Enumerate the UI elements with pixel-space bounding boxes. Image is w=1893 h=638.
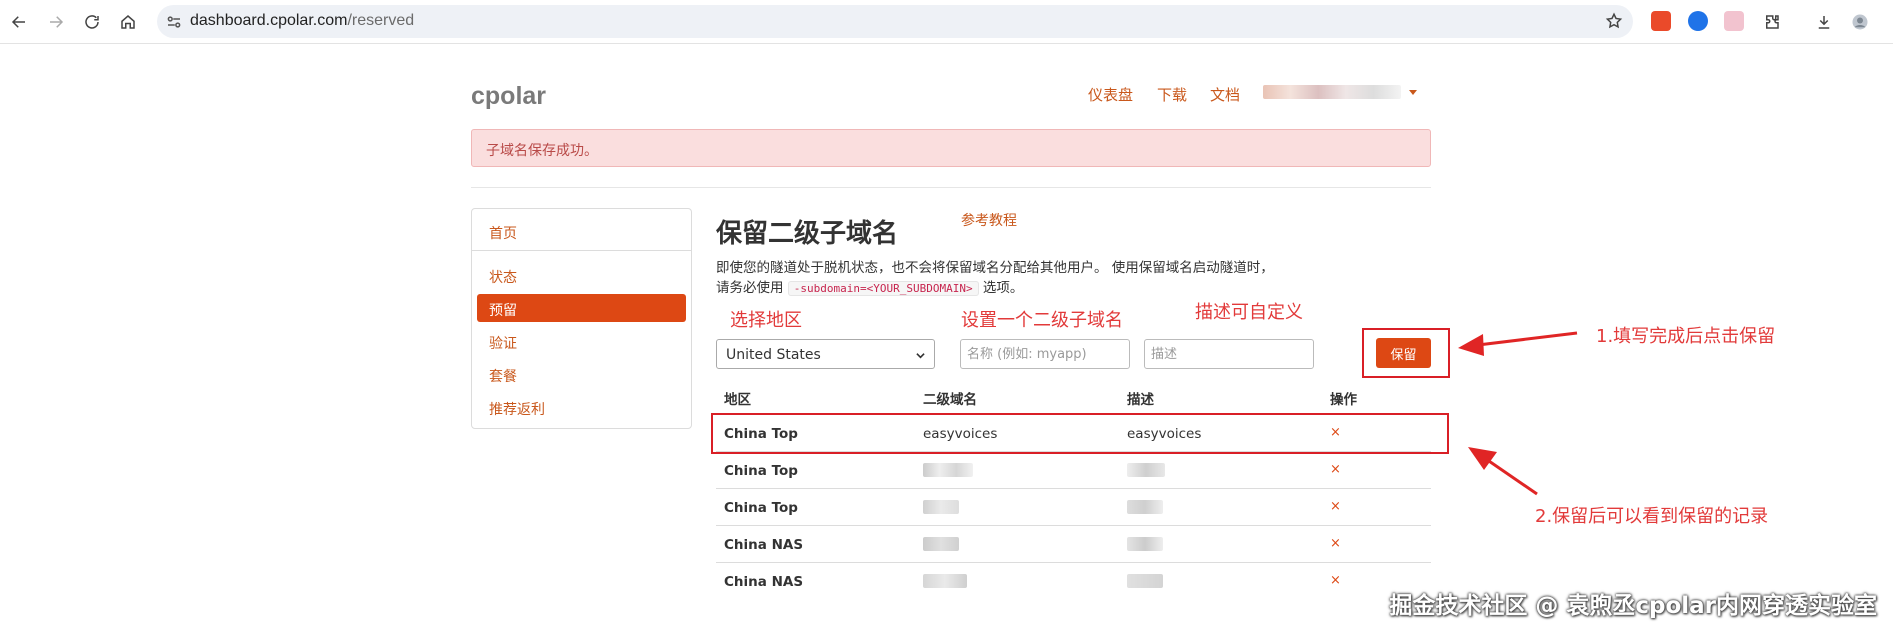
annotation-arrows <box>1458 331 1578 496</box>
arrow-head-icon <box>1458 334 1484 356</box>
arrow-head-icon <box>1468 447 1497 470</box>
watermark: 掘金技术社区 @ 袁煦丞cpolar内网穿透实验室 <box>1389 593 1877 619</box>
annotation-step1: 1.填写完成后点击保留 <box>1596 326 1776 347</box>
arrow-line <box>1485 457 1538 496</box>
annotation-step2: 2.保留后可以看到保留的记录 <box>1535 506 1769 527</box>
arrow-line <box>1477 331 1578 347</box>
